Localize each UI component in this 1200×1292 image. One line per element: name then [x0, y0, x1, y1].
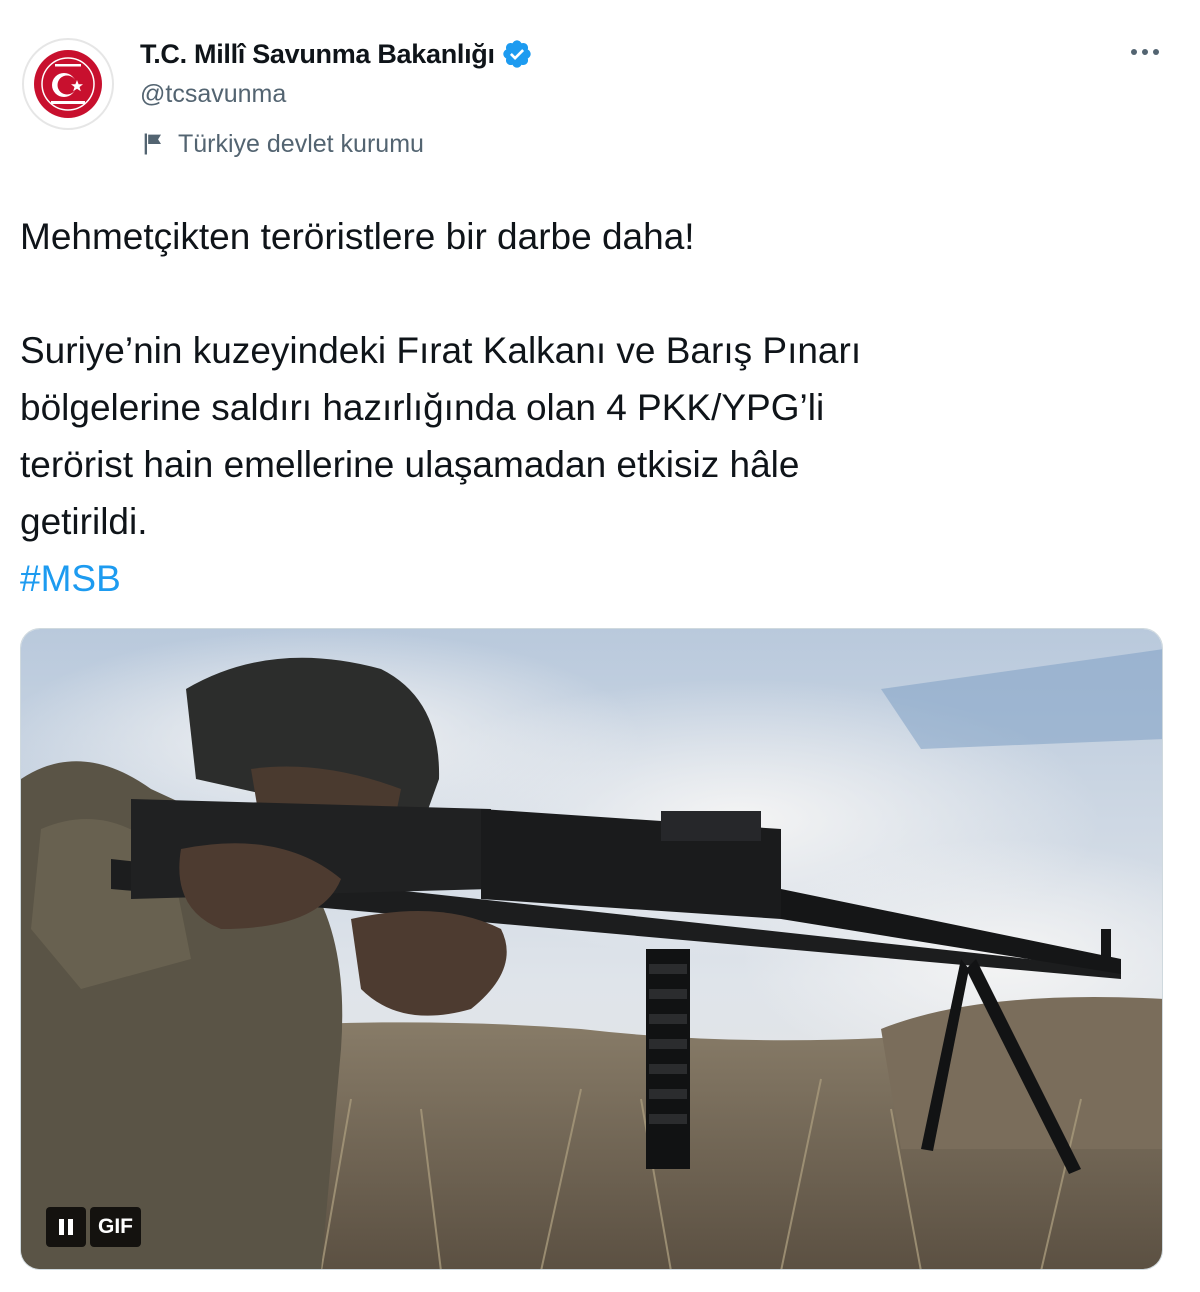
account-label: Türkiye devlet kurumu	[140, 126, 424, 162]
hashtag-link[interactable]: #MSB	[20, 558, 121, 599]
pause-icon	[59, 1219, 73, 1235]
account-handle[interactable]: @tcsavunma	[140, 80, 286, 109]
name-row: T.C. Millî Savunma Bakanlığı	[140, 32, 533, 76]
display-name[interactable]: T.C. Millî Savunma Bakanlığı	[140, 39, 495, 70]
ministry-emblem-icon	[34, 50, 102, 118]
tweet-body-line: bölgelerine saldırı hazırlığında olan 4 …	[20, 387, 825, 428]
verified-badge-icon	[503, 40, 531, 68]
tweet-body-line: getirildi.	[20, 501, 148, 542]
tweet-body-line: Suriye’nin kuzeyindeki Fırat Kalkanı ve …	[20, 330, 862, 371]
avatar[interactable]	[22, 38, 114, 130]
more-options-icon[interactable]	[1125, 40, 1165, 64]
tweet-body-line: terörist hain emellerine ulaşamadan etki…	[20, 444, 800, 485]
flag-icon	[144, 133, 161, 155]
soldier-machine-gun-image	[21, 629, 1162, 1269]
gif-controls: GIF	[46, 1207, 141, 1247]
tweet: T.C. Millî Savunma Bakanlığı @tcsavunma …	[0, 0, 1200, 1292]
gif-media[interactable]: GIF	[20, 628, 1163, 1270]
tweet-headline: Mehmetçikten teröristlere bir darbe daha…	[20, 216, 695, 257]
account-label-text: Türkiye devlet kurumu	[178, 129, 424, 158]
pause-button[interactable]	[46, 1207, 86, 1247]
tweet-text: Mehmetçikten teröristlere bir darbe daha…	[20, 208, 1170, 607]
gif-badge: GIF	[90, 1207, 141, 1247]
